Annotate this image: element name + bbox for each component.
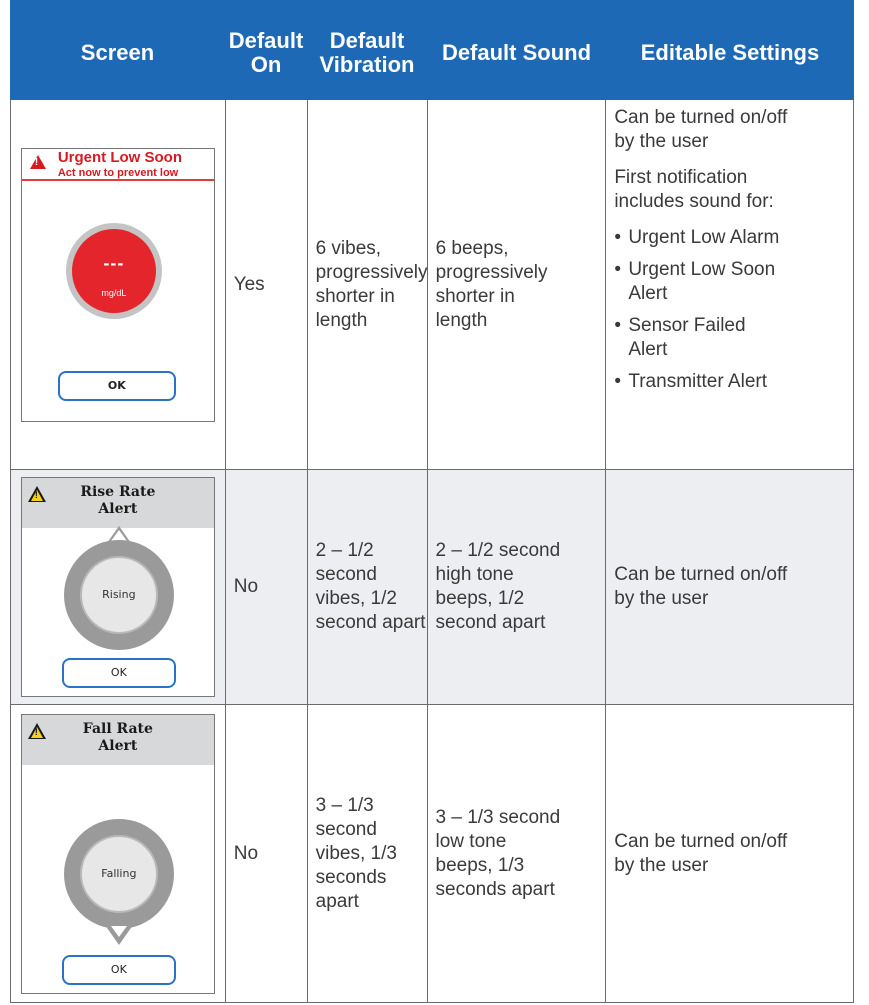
sound-cell: 3 – 1/3 second low tone beeps, 1/3 seconds … bbox=[427, 705, 607, 1003]
table-row: ! Fall Rate Alert Falling OK No 3 – 1/3 se… bbox=[10, 705, 854, 1003]
table-row: ! Rise Rate Alert Rising OK No 2 – 1/2 sec… bbox=[10, 470, 854, 705]
vibration-cell: 2 – 1/2 second vibes, 1/2 second apart bbox=[307, 470, 428, 705]
glucose-reading: --- bbox=[103, 252, 125, 273]
list-item: • Urgent Low Soon Alert bbox=[614, 259, 776, 304]
ok-button[interactable]: OK bbox=[57, 370, 176, 401]
list-item: • Transmitter Alert bbox=[614, 371, 767, 392]
vibration-cell: 6 vibes, progressively shorter in length bbox=[307, 100, 428, 470]
alert-title: Rise Rate Alert bbox=[80, 484, 156, 517]
trend-label: Rising bbox=[79, 556, 158, 634]
editable-settings-cell: Can be turned on/off by the user First no… bbox=[606, 100, 854, 470]
editable-para: Can be turned on/off by the user bbox=[614, 107, 788, 152]
trend-label: Falling bbox=[79, 834, 158, 913]
table-row: ! Urgent Low Soon Act now to prevent low… bbox=[10, 100, 854, 470]
alert-title: Urgent Low Soon bbox=[57, 148, 182, 166]
list-item: • Urgent Low Alarm bbox=[614, 227, 780, 248]
screen-cell: ! Urgent Low Soon Act now to prevent low… bbox=[11, 100, 226, 470]
screen-cell: ! Fall Rate Alert Falling OK bbox=[11, 705, 226, 1003]
editable-para: First notification includes sound for: bbox=[614, 167, 774, 212]
alert-title: Fall Rate Alert bbox=[82, 720, 153, 754]
ok-button[interactable]: OK bbox=[61, 658, 176, 688]
screen-cell: ! Rise Rate Alert Rising OK bbox=[11, 470, 226, 705]
header-editable-settings: Editable Settings bbox=[640, 40, 820, 65]
glucose-reading-circle: --- mg/dL bbox=[71, 228, 156, 313]
trend-circle: Falling bbox=[63, 818, 174, 929]
editable-settings-cell: Can be turned on/off by the user bbox=[606, 705, 854, 1003]
header-screen: Screen bbox=[80, 40, 155, 65]
glucose-unit: mg/dL bbox=[101, 287, 127, 298]
table-header: Screen Default On Default Vibration Defaul… bbox=[10, 0, 854, 100]
header-default-on: Default On bbox=[228, 28, 304, 77]
rise-rate-screen: ! Rise Rate Alert Rising OK bbox=[20, 477, 215, 697]
alert-subtitle: Act now to prevent low bbox=[57, 166, 179, 179]
fall-rate-screen: ! Fall Rate Alert Falling OK bbox=[20, 713, 215, 994]
alert-settings-table: Screen Default On Default Vibration Defaul… bbox=[10, 0, 854, 1003]
default-on-cell: Yes bbox=[225, 100, 308, 470]
header-default-vibration: Default Vibration bbox=[319, 28, 415, 77]
ok-button[interactable]: OK bbox=[61, 954, 176, 985]
sound-cell: 6 beeps, progressively shorter in length bbox=[427, 100, 607, 470]
default-on-cell: No bbox=[225, 470, 308, 705]
default-on-cell: No bbox=[225, 705, 308, 1003]
trend-circle: Rising bbox=[63, 540, 174, 650]
urgent-low-soon-screen: ! Urgent Low Soon Act now to prevent low… bbox=[20, 147, 215, 422]
editable-settings-cell: Can be turned on/off by the user bbox=[606, 470, 854, 705]
header-default-sound: Default Sound bbox=[441, 40, 592, 65]
vibration-cell: 3 – 1/3 second vibes, 1/3 seconds apart bbox=[307, 705, 428, 1003]
list-item: • Sensor Failed Alert bbox=[614, 315, 746, 360]
sound-cell: 2 – 1/2 second high tone beeps, 1/2 second … bbox=[427, 470, 607, 705]
